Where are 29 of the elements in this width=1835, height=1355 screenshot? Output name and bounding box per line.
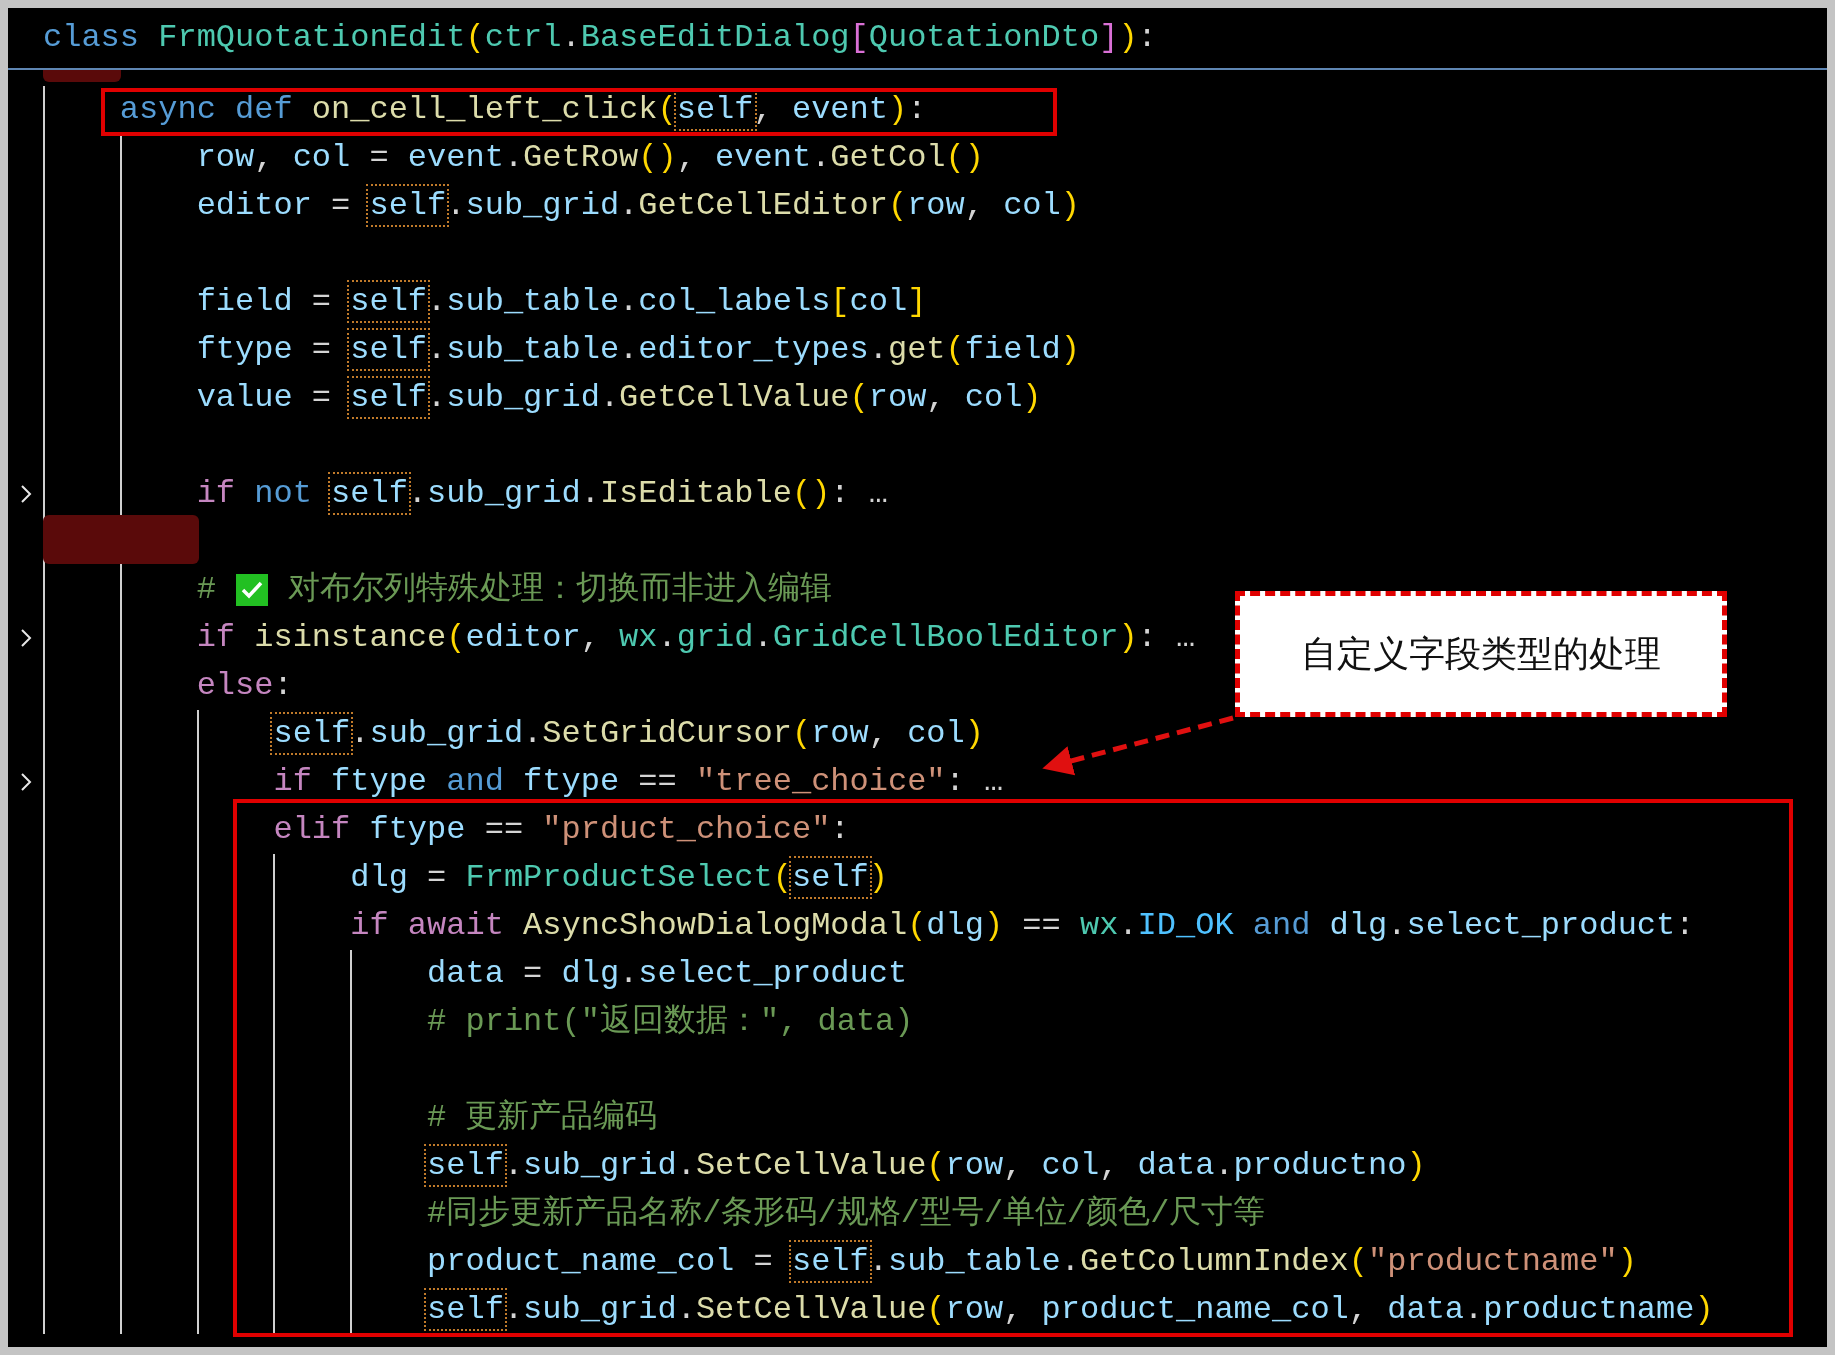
code-line: elif ftype == "prduct_choice": <box>273 810 850 850</box>
code-line: self.sub_grid.SetCellValue(row, product_name_col, data.productname) <box>427 1290 1714 1330</box>
code-line: # 更新产品编码 <box>427 1098 658 1138</box>
checkmark-icon <box>235 574 268 606</box>
code-line: if ftype and ftype == "tree_choice": … <box>273 762 1004 802</box>
fold-chevron-icon[interactable] <box>18 627 33 649</box>
code-line: product_name_col = self.sub_table.GetColumnIndex("productname") <box>427 1242 1637 1282</box>
code-line: if not self.sub_grid.IsEditable(): … <box>196 474 888 514</box>
code-line: 对布尔列特殊处理：切换而非进入编辑 <box>287 570 832 610</box>
code-line: # print("返回数据：", data) <box>427 1002 914 1042</box>
code-line: if isinstance(editor, wx.grid.GridCellBoolEditor): … <box>196 618 1196 658</box>
code-line: self.sub_grid.SetCellValue(row, col, data.productno) <box>427 1146 1426 1186</box>
fold-chevron-icon[interactable] <box>18 771 33 793</box>
code-line: row, col = event.GetRow(), event.GetCol() <box>196 138 984 178</box>
fold-chevron-icon[interactable] <box>18 483 33 505</box>
code-line: # <box>196 570 216 610</box>
callout-text: 自定义字段类型的处理 <box>1301 631 1661 676</box>
code-line: field = self.sub_table.col_labels[col] <box>196 282 927 322</box>
code-line: if await AsyncShowDialogModal(dlg) == wx.ID_OK and dlg.select_product: <box>350 906 1695 946</box>
class-declaration-line: class FrmQuotationEdit(ctrl.BaseEditDialog[QuotationDto]): <box>43 18 1157 58</box>
code-line: dlg = FrmProductSelect(self) <box>350 858 888 898</box>
code-line: editor = self.sub_grid.GetCellEditor(row, col) <box>196 186 1080 226</box>
code-line: async def on_cell_left_click(self, event): <box>119 90 927 130</box>
code-line: else: <box>196 666 293 706</box>
code-line: data = dlg.select_product <box>427 954 908 994</box>
code-line: value = self.sub_grid.GetCellValue(row, col) <box>196 378 1042 418</box>
code-line: ftype = self.sub_table.editor_types.get(field) <box>196 330 1080 370</box>
code-line: #同步更新产品名称/条形码/规格/型号/单位/颜色/尺寸等 <box>427 1194 1266 1234</box>
code-line: self.sub_grid.SetGridCursor(row, col) <box>273 714 984 754</box>
